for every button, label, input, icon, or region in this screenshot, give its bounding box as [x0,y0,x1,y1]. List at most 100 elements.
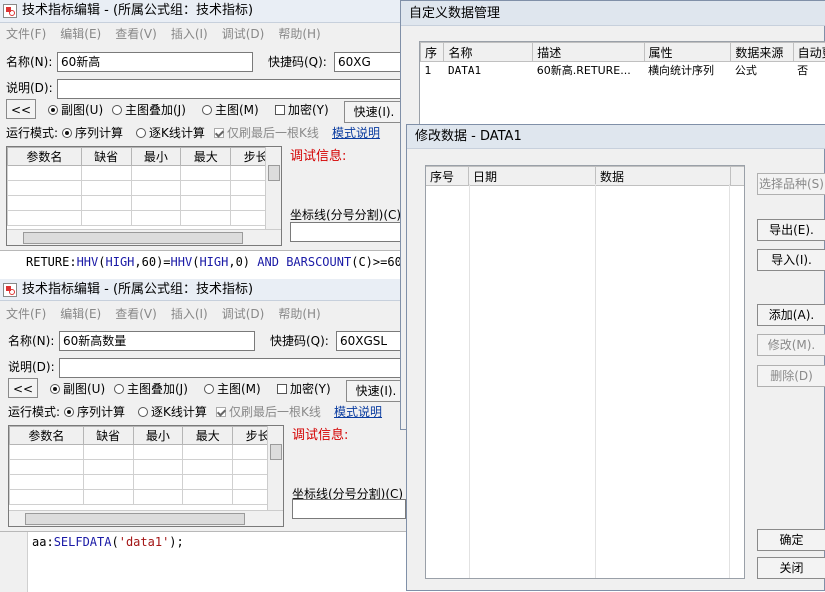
encrypt-checkbox[interactable]: 加密(Y) [277,380,331,398]
menu-debug[interactable]: 调试(D) [222,27,265,41]
custom-data-table[interactable]: 序 名称 描述 属性 数据来源 自动更 1 DATA1 60新高.RETURE.… [419,41,825,126]
scroll-thumb[interactable] [23,232,243,244]
scroll-thumb[interactable] [25,513,245,525]
description-input[interactable] [59,358,406,378]
radio-per-bar-calc[interactable]: 逐K线计算 [138,403,207,421]
menu-help[interactable]: 帮助(H) [278,27,320,41]
parameter-table[interactable]: 参数名 缺省 最小 最大 步长 [6,146,282,246]
run-mode-label: 运行模式: [8,403,60,421]
param-vertical-scrollbar[interactable] [265,147,281,229]
cell-auto-update: 否 [793,62,825,79]
select-security-button[interactable]: 选择品种(S) [757,173,825,195]
col-seq[interactable]: 序号 [426,167,469,186]
menu-debug[interactable]: 调试(D) [222,307,265,321]
data-grid[interactable]: 序号 日期 数据 [425,165,745,579]
last-bar-only-checkbox[interactable]: 仅刷最后一根K线 [216,403,321,421]
coordinate-lines-input[interactable] [290,222,404,242]
param-col-min: 最小 [131,148,181,166]
menu-file[interactable]: 文件(F) [6,27,46,41]
collapse-button[interactable]: << [8,378,38,398]
radio-sequence-calc[interactable]: 序列计算 [64,403,125,421]
formula-code-line: RETURE:HHV(HIGH,60)=HHV(HIGH,0) AND BARS… [26,255,409,269]
window-title-bar[interactable]: 修改数据 - DATA1 [407,125,825,149]
export-button[interactable]: 导出(E). [757,219,825,241]
param-horizontal-scrollbar[interactable] [9,510,283,526]
window-title-bar[interactable]: 技术指标编辑 - (所属公式组：技术指标) [0,279,406,301]
formula-code-editor[interactable]: aa:SELFDATA('data1'); [0,531,406,591]
col-date[interactable]: 日期 [469,167,596,186]
ok-button[interactable]: 确定 [757,529,825,551]
menu-bar: 文件(F) 编辑(E) 查看(V) 插入(I) 调试(D) 帮助(H) [0,305,406,324]
window-title-bar[interactable]: 自定义数据管理 [401,1,825,26]
checkbox-icon [277,384,287,394]
menu-edit[interactable]: 编辑(E) [60,27,101,41]
radio-main-overlay[interactable]: 主图叠加(J) [114,380,188,398]
table-row[interactable]: 1 DATA1 60新高.RETURE... 横向统计序列 公式 否 [421,62,825,79]
radio-off-icon [114,384,124,394]
last-bar-only-checkbox[interactable]: 仅刷最后一根K线 [214,124,319,142]
radio-off-icon [136,128,146,138]
shortcut-input[interactable]: 60XG [334,52,404,72]
coordinate-lines-input[interactable] [292,499,406,519]
param-vertical-scrollbar[interactable] [267,426,283,510]
radio-main-overlay[interactable]: 主图叠加(J) [112,101,186,119]
indicator-editor-window-1: 技术指标编辑 - (所属公式组：技术指标) 文件(F) 编辑(E) 查看(V) 插入(… [0,0,404,280]
col-data-source[interactable]: 数据来源 [731,43,793,62]
formula-code-editor[interactable]: RETURE:HHV(HIGH,60)=HHV(HIGH,0) AND BARS… [0,250,404,280]
name-label: 名称(N): [8,332,54,350]
encrypt-checkbox[interactable]: 加密(Y) [275,101,329,119]
checkbox-icon [275,105,285,115]
mode-help-link[interactable]: 模式说明 [334,403,382,421]
description-input[interactable] [57,79,404,99]
quick-button[interactable]: 快速(I). [344,101,404,123]
menu-help[interactable]: 帮助(H) [278,307,320,321]
code-gutter [0,532,28,592]
scroll-thumb[interactable] [268,165,280,181]
radio-on-icon [50,384,60,394]
window-title-bar[interactable]: 技术指标编辑 - (所属公式组：技术指标) [0,0,404,23]
menu-edit[interactable]: 编辑(E) [60,307,101,321]
name-input[interactable]: 60新高 [57,52,253,72]
radio-sequence-calc[interactable]: 序列计算 [62,124,123,142]
code-token: HHV [77,255,99,269]
formula-code-line: aa:SELFDATA('data1'); [32,535,184,549]
debug-info-label: 调试信息: [292,427,348,445]
param-horizontal-scrollbar[interactable] [7,229,281,245]
col-attribute[interactable]: 属性 [644,43,731,62]
radio-main-chart[interactable]: 主图(M) [204,380,261,398]
edit-button[interactable]: 修改(M). [757,334,825,356]
menu-view[interactable]: 查看(V) [115,307,157,321]
parameter-table[interactable]: 参数名 缺省 最小 最大 步长 [8,425,284,527]
code-token: HIGH [199,255,228,269]
menu-file[interactable]: 文件(F) [6,307,46,321]
name-input[interactable]: 60新高数量 [59,331,255,351]
menu-insert[interactable]: 插入(I) [171,27,208,41]
close-button[interactable]: 关闭 [757,557,825,579]
radio-main-chart[interactable]: 主图(M) [202,101,259,119]
code-token: AND [257,255,279,269]
code-token: BARSCOUNT [286,255,351,269]
scroll-thumb[interactable] [270,444,282,460]
collapse-button[interactable]: << [6,99,36,119]
code-token: ( [98,255,105,269]
radio-per-bar-calc[interactable]: 逐K线计算 [136,124,205,142]
radio-on-icon [48,105,58,115]
col-name[interactable]: 名称 [444,43,533,62]
import-button[interactable]: 导入(I). [757,249,825,271]
add-button[interactable]: 添加(A). [757,304,825,326]
code-token: ( [111,535,118,549]
col-description[interactable]: 描述 [533,43,644,62]
col-data[interactable]: 数据 [596,167,731,186]
radio-on-icon [62,128,72,138]
mode-help-link[interactable]: 模式说明 [332,124,380,142]
delete-button[interactable]: 删除(D) [757,365,825,387]
shortcut-input[interactable]: 60XGSL [336,331,406,351]
col-auto-update[interactable]: 自动更 [793,43,825,62]
col-index[interactable]: 序 [421,43,444,62]
radio-sub-chart[interactable]: 副图(U) [50,380,105,398]
menu-view[interactable]: 查看(V) [115,27,157,41]
radio-sub-chart[interactable]: 副图(U) [48,101,103,119]
menu-insert[interactable]: 插入(I) [171,307,208,321]
checkbox-checked-icon [214,128,224,138]
quick-button[interactable]: 快速(I). [346,380,406,402]
